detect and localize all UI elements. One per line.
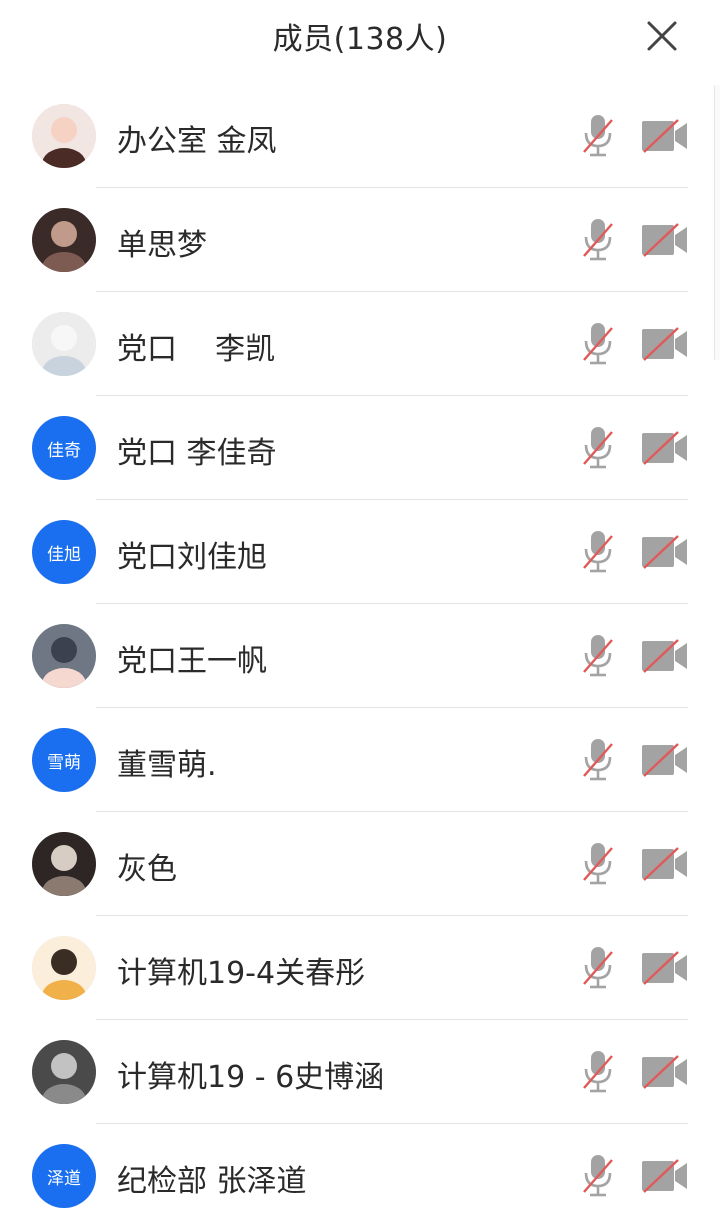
avatar-image (32, 832, 96, 896)
mic-muted-icon[interactable] (580, 1152, 616, 1200)
avatar-initials: 泽道 (32, 1144, 96, 1208)
close-icon[interactable] (640, 14, 684, 58)
avatar-initials: 佳旭 (32, 520, 96, 584)
camera-off-icon[interactable] (640, 118, 690, 154)
member-name: 党口 李佳奇 (117, 436, 277, 471)
mic-muted-icon[interactable] (580, 424, 616, 472)
avatar-initials: 佳奇 (32, 416, 96, 480)
member-name: 单思梦 (117, 228, 207, 263)
member-list: 办公室 金凤 单思梦 党口 李凯 佳奇 党口 李佳奇 佳旭 党口刘佳旭 党口王一… (0, 84, 720, 1228)
camera-off-icon[interactable] (640, 326, 690, 362)
avatar-photo (32, 208, 96, 272)
member-row[interactable]: 计算机19-4关春彤 (0, 916, 720, 1020)
avatar-image (32, 624, 96, 688)
camera-off-icon[interactable] (640, 846, 690, 882)
member-row[interactable]: 办公室 金凤 (0, 84, 720, 188)
member-row[interactable]: 雪萌 董雪萌. (0, 708, 720, 812)
avatar-photo (32, 104, 96, 168)
camera-off-icon[interactable] (640, 950, 690, 986)
avatar-image (32, 208, 96, 272)
avatar-image (32, 1040, 96, 1104)
member-name: 办公室 金凤 (117, 124, 277, 159)
mic-muted-icon[interactable] (580, 216, 616, 264)
mic-muted-icon[interactable] (580, 112, 616, 160)
member-row[interactable]: 佳奇 党口 李佳奇 (0, 396, 720, 500)
avatar-photo (32, 312, 96, 376)
member-name: 董雪萌. (117, 748, 217, 783)
member-name: 计算机19 - 6史博涵 (117, 1060, 385, 1095)
avatar-photo (32, 1040, 96, 1104)
camera-off-icon[interactable] (640, 1158, 690, 1194)
camera-off-icon[interactable] (640, 430, 690, 466)
mic-muted-icon[interactable] (580, 736, 616, 784)
member-name: 党口刘佳旭 (117, 540, 267, 575)
mic-muted-icon[interactable] (580, 320, 616, 368)
avatar-image (32, 936, 96, 1000)
avatar-photo (32, 624, 96, 688)
avatar-photo (32, 832, 96, 896)
avatar-initials: 雪萌 (32, 728, 96, 792)
member-row[interactable]: 党口 李凯 (0, 292, 720, 396)
header: 成员(138人) (0, 0, 720, 76)
member-row[interactable]: 泽道 纪检部 张泽道 (0, 1124, 720, 1228)
member-row[interactable]: 计算机19 - 6史博涵 (0, 1020, 720, 1124)
camera-off-icon[interactable] (640, 222, 690, 258)
page-title: 成员(138人) (272, 22, 448, 57)
camera-off-icon[interactable] (640, 638, 690, 674)
camera-off-icon[interactable] (640, 1054, 690, 1090)
camera-off-icon[interactable] (640, 534, 690, 570)
member-row[interactable]: 党口王一帆 (0, 604, 720, 708)
mic-muted-icon[interactable] (580, 632, 616, 680)
mic-muted-icon[interactable] (580, 840, 616, 888)
member-name: 灰色 (117, 852, 177, 887)
member-name: 纪检部 张泽道 (117, 1164, 307, 1199)
member-row[interactable]: 灰色 (0, 812, 720, 916)
mic-muted-icon[interactable] (580, 528, 616, 576)
mic-muted-icon[interactable] (580, 944, 616, 992)
member-name: 计算机19-4关春彤 (117, 956, 366, 991)
avatar-image (32, 104, 96, 168)
avatar-image (32, 312, 96, 376)
member-name: 党口 李凯 (117, 332, 276, 367)
camera-off-icon[interactable] (640, 742, 690, 778)
member-name: 党口王一帆 (117, 644, 267, 679)
mic-muted-icon[interactable] (580, 1048, 616, 1096)
member-row[interactable]: 单思梦 (0, 188, 720, 292)
member-row[interactable]: 佳旭 党口刘佳旭 (0, 500, 720, 604)
avatar-photo (32, 936, 96, 1000)
